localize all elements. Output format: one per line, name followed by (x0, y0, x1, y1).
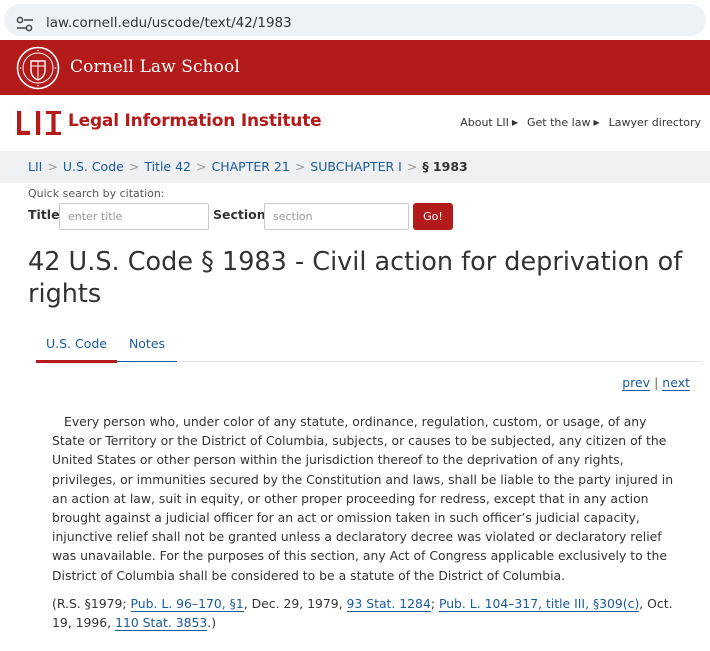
pager-separator: | (654, 375, 659, 390)
breadcrumb-lii[interactable]: LII (28, 159, 42, 174)
lii-site-name[interactable]: Legal Information Institute (68, 111, 322, 131)
breadcrumb: LII > U.S. Code > Title 42 > CHAPTER 21 > SUBCHA… (0, 151, 710, 183)
lii-header: Legal Information Institute About LII ▶ G… (0, 95, 710, 150)
page-title: 42 U.S. Code § 1983 - Civil action for d… (28, 247, 683, 309)
credit-link-110-stat-3853[interactable]: 110 Stat. 3853 (115, 615, 208, 632)
prev-link[interactable]: prev (622, 375, 651, 391)
address-url[interactable]: law.cornell.edu/uscode/text/42/1983 (46, 15, 292, 31)
section-input[interactable] (264, 203, 409, 230)
lii-logo-icon[interactable] (16, 109, 62, 137)
caret-right-icon: ▶ (593, 118, 600, 127)
credits-prefix: (R.S. §1979; (52, 596, 131, 611)
credit-link-93-stat-1284[interactable]: 93 Stat. 1284 (346, 596, 431, 612)
nav-lawyer-directory[interactable]: Lawyer directory (609, 116, 701, 129)
section-pager: prev | next (622, 375, 690, 391)
breadcrumb-subchapter-i[interactable]: SUBCHAPTER I (310, 159, 402, 174)
breadcrumb-separator: > (196, 159, 207, 174)
top-navigation: About LII ▶ Get the law ▶ Lawyer directory (460, 116, 701, 129)
breadcrumb-separator: > (47, 159, 58, 174)
credit-link-pub-l-96-170[interactable]: Pub. L. 96–170, §1 (130, 596, 244, 612)
credits-text: , Dec. 29, 1979, (243, 596, 347, 611)
breadcrumb-separator: > (294, 159, 306, 174)
browser-address-bar: law.cornell.edu/uscode/text/42/1983 (0, 0, 710, 40)
breadcrumb-separator: > (128, 159, 140, 174)
content-tabs: U.S. Code Notes (36, 328, 702, 363)
cornell-law-school-title[interactable]: Cornell Law School (70, 57, 240, 77)
go-button[interactable]: Go! (413, 203, 453, 230)
breadcrumb-title-42[interactable]: Title 42 (144, 159, 191, 174)
section-field-label: Section (213, 207, 266, 222)
credits-suffix: .) (207, 615, 217, 631)
site-settings-icon[interactable] (16, 16, 34, 32)
next-link[interactable]: next (662, 375, 690, 391)
nav-get-the-law[interactable]: Get the law ▶ (527, 116, 600, 129)
breadcrumb-us-code[interactable]: U.S. Code (63, 159, 124, 174)
address-pill[interactable]: law.cornell.edu/uscode/text/42/1983 (4, 4, 706, 36)
tab-notes[interactable]: Notes (117, 328, 177, 362)
breadcrumb-chapter-21[interactable]: CHAPTER 21 (211, 159, 289, 174)
breadcrumb-separator: > (406, 159, 418, 174)
breadcrumb-current: § 1983 (422, 159, 468, 174)
quick-search-label: Quick search by citation: (28, 187, 165, 200)
credits-text: ; (430, 596, 439, 611)
statute-text: Every person who, under color of any sta… (52, 414, 674, 583)
tab-us-code[interactable]: U.S. Code (36, 328, 117, 363)
credit-link-pub-l-104-317[interactable]: Pub. L. 104–317, title III, §309(c) (438, 596, 640, 612)
title-input[interactable] (59, 203, 209, 230)
caret-right-icon: ▶ (511, 118, 519, 127)
nav-about-lii[interactable]: About LII ▶ (460, 116, 518, 129)
title-field-label: Title (28, 207, 60, 222)
cornell-seal-icon[interactable] (16, 46, 60, 90)
source-credits: (R.S. §1979; Pub. L. 96–170, §1, Dec. 29… (52, 594, 682, 632)
cornell-header: Cornell Law School (0, 40, 710, 95)
